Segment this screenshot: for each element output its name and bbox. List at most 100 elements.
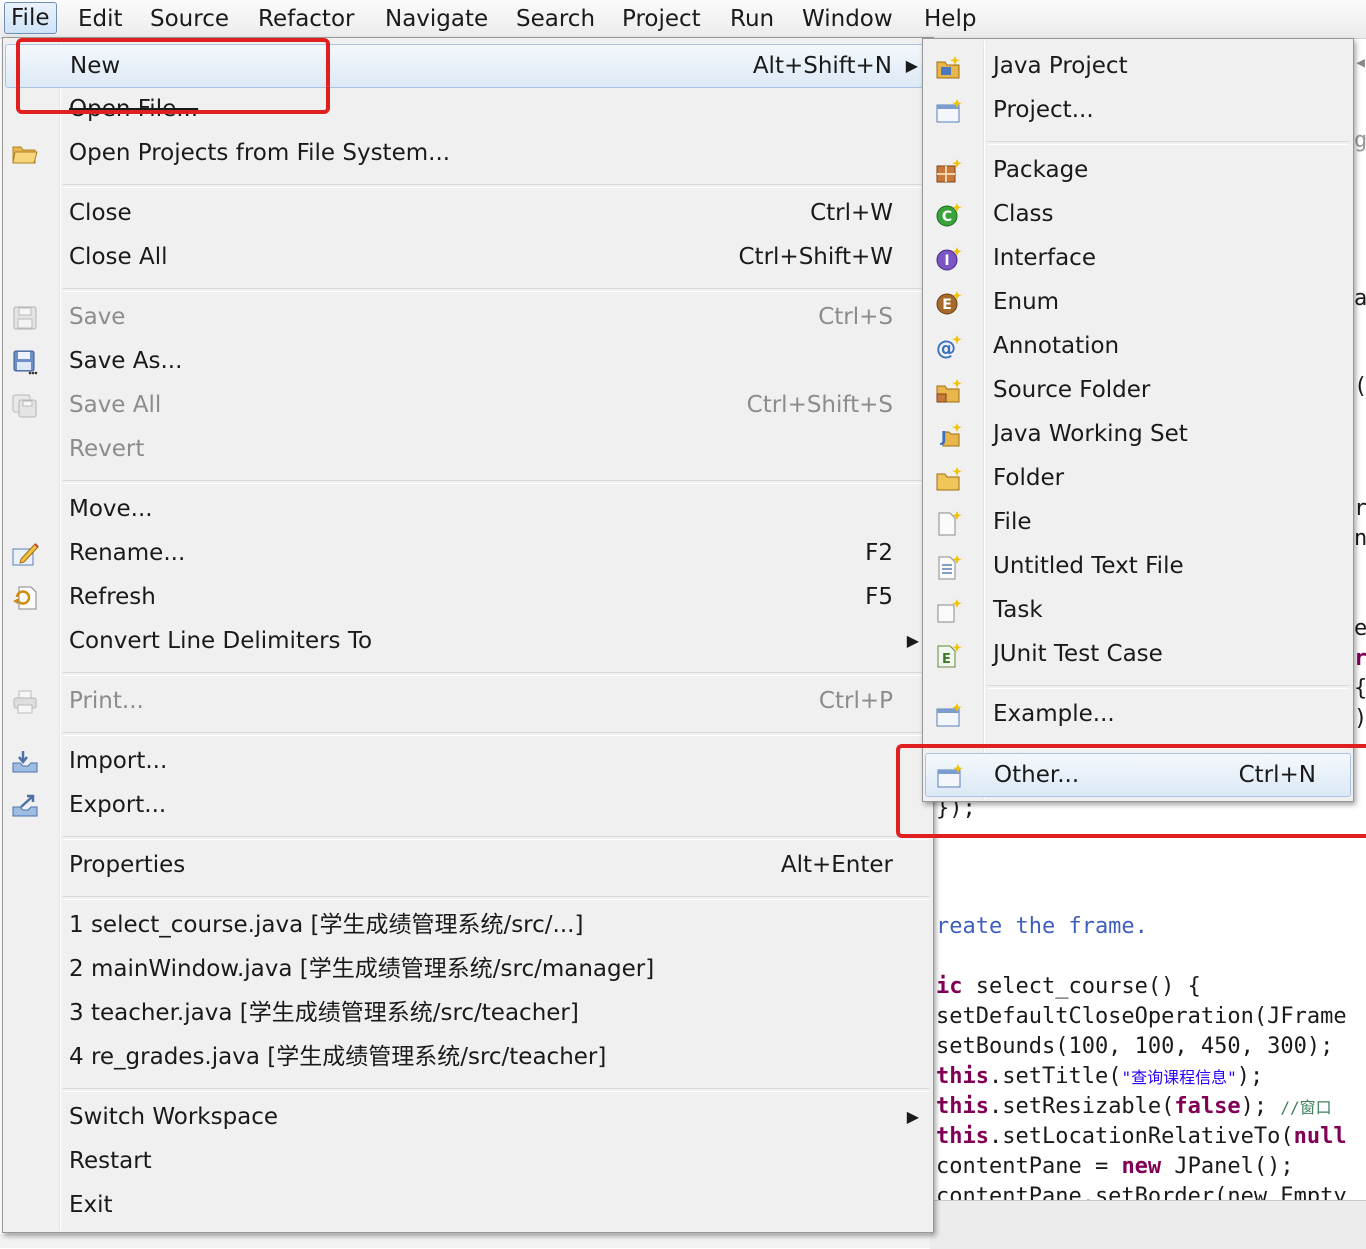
svg-text:E: E [942, 652, 951, 667]
code-line: setBounds(100, 100, 450, 300); [936, 1034, 1334, 1059]
code-line: setDefaultCloseOperation(JFrame [936, 1004, 1347, 1029]
menu-item-open-file[interactable]: Open File... [5, 88, 931, 130]
text-file-icon [935, 554, 963, 580]
working-set-icon: J [935, 422, 963, 448]
project-icon [935, 98, 963, 124]
menu-item-close[interactable]: Close Ctrl+W [5, 192, 931, 234]
menu-separator [63, 184, 929, 188]
recent-file-item[interactable]: 3 teacher.java [学生成绩管理系统/src/teacher] [5, 992, 931, 1034]
menu-item-rename[interactable]: Rename... F2 [5, 532, 931, 574]
new-interface[interactable]: I Interface [925, 237, 1351, 279]
menu-separator [987, 685, 1349, 689]
editor-edge-glyph: r [1354, 496, 1366, 521]
menu-item-new[interactable]: New Alt+Shift+N ▶ [5, 44, 931, 88]
submenu-arrow-icon: ▶ [906, 1107, 919, 1126]
menu-separator [63, 672, 929, 676]
new-source-folder[interactable]: Source Folder [925, 369, 1351, 411]
menu-item-refresh[interactable]: Refresh F5 [5, 576, 931, 618]
wizard-icon [936, 763, 964, 789]
code-line: contentPane = new JPanel(); [936, 1154, 1294, 1179]
menu-item-save-as[interactable]: Save As... [5, 340, 931, 382]
recent-file-item[interactable]: 1 select_course.java [学生成绩管理系统/src/...] [5, 904, 931, 946]
new-folder[interactable]: Folder [925, 457, 1351, 499]
editor-edge-glyph: a [1354, 286, 1366, 311]
editor-edge-glyph: ) [1354, 706, 1366, 731]
status-strip [0, 1234, 930, 1248]
menu-item-import[interactable]: Import... [5, 740, 931, 782]
menu-item-close-all[interactable]: Close All Ctrl+Shift+W [5, 236, 931, 278]
new-java-working-set[interactable]: J Java Working Set [925, 413, 1351, 455]
refresh-icon [11, 585, 39, 611]
folder-open-icon [11, 141, 39, 167]
submenu-arrow-icon: ▶ [905, 56, 918, 75]
new-other[interactable]: Other... Ctrl+N [925, 753, 1351, 797]
recent-file-item[interactable]: 2 mainWindow.java [学生成绩管理系统/src/manager] [5, 948, 931, 990]
menu-separator [63, 836, 929, 840]
menu-search[interactable]: Search [510, 4, 601, 34]
menu-edit[interactable]: Edit [72, 4, 129, 34]
menu-item-switch-workspace[interactable]: Switch Workspace ▶ [5, 1096, 931, 1138]
folder-icon [935, 466, 963, 492]
code-line: this.setResizable(false); //窗口 [936, 1094, 1332, 1119]
editor-edge-glyph: n [1354, 526, 1366, 551]
menu-window[interactable]: Window [796, 4, 899, 34]
menu-item-convert-line-delimiters[interactable]: Convert Line Delimiters To ▶ [5, 620, 931, 662]
new-junit-test-case[interactable]: E JUnit Test Case [925, 633, 1351, 675]
menu-item-print[interactable]: Print... Ctrl+P [5, 680, 931, 722]
example-icon [935, 702, 963, 728]
svg-text:C: C [942, 209, 952, 225]
recent-file-item[interactable]: 4 re_grades.java [学生成绩管理系统/src/teacher] [5, 1036, 931, 1078]
menu-item-revert[interactable]: Revert [5, 428, 931, 470]
menu-bar: File Edit Source Refactor Navigate Searc… [0, 0, 1366, 39]
menu-item-open-projects[interactable]: Open Projects from File System... [5, 132, 931, 174]
menu-navigate[interactable]: Navigate [379, 4, 494, 34]
svg-text:E: E [942, 297, 952, 313]
junit-icon: E [935, 642, 963, 668]
new-example[interactable]: Example... [925, 693, 1351, 735]
code-line: reate the frame. [936, 914, 1148, 939]
menu-file[interactable]: File [4, 2, 57, 34]
editor-edge-glyph: r [1354, 646, 1366, 671]
menu-item-restart[interactable]: Restart [5, 1140, 931, 1182]
menu-source[interactable]: Source [144, 4, 235, 34]
editor-status-area [930, 1200, 1366, 1249]
code-line: ic select_course() { [936, 974, 1201, 999]
file-icon [935, 510, 963, 536]
menu-run[interactable]: Run [724, 4, 780, 34]
menu-separator [987, 745, 1349, 749]
menu-item-export[interactable]: Export... [5, 784, 931, 826]
menu-item-save[interactable]: Save Ctrl+S [5, 296, 931, 338]
new-enum[interactable]: E Enum [925, 281, 1351, 323]
editor-edge-glyph: e [1354, 616, 1366, 641]
new-file[interactable]: File [925, 501, 1351, 543]
menu-separator [63, 480, 929, 484]
menu-item-save-all[interactable]: Save All Ctrl+Shift+S [5, 384, 931, 426]
new-package[interactable]: Package [925, 149, 1351, 191]
new-class[interactable]: C Class [925, 193, 1351, 235]
menu-item-exit[interactable]: Exit [5, 1184, 931, 1226]
new-java-project[interactable]: Java Project [925, 45, 1351, 87]
menu-separator [63, 896, 929, 900]
menu-separator [63, 288, 929, 292]
java-project-icon [935, 54, 963, 80]
menu-project[interactable]: Project [616, 4, 707, 34]
menu-help[interactable]: Help [918, 4, 982, 34]
menu-separator [987, 141, 1349, 145]
task-icon [935, 598, 963, 624]
svg-text:@: @ [936, 336, 956, 360]
new-untitled-text-file[interactable]: Untitled Text File [925, 545, 1351, 587]
menu-item-properties[interactable]: Properties Alt+Enter [5, 844, 931, 886]
menu-item-move[interactable]: Move... [5, 488, 931, 530]
interface-icon: I [935, 246, 963, 272]
new-annotation[interactable]: @ Annotation [925, 325, 1351, 367]
new-submenu: Java Project Project... Package C Class … [922, 38, 1354, 802]
new-project[interactable]: Project... [925, 89, 1351, 131]
new-task[interactable]: Task [925, 589, 1351, 631]
menu-refactor[interactable]: Refactor [252, 4, 360, 34]
menu-separator [63, 732, 929, 736]
save-as-icon [11, 349, 39, 375]
code-line: contentPane.setBorder(new Empty [936, 1184, 1347, 1200]
printer-icon [11, 689, 39, 715]
package-icon [935, 158, 963, 184]
save-icon [11, 305, 39, 331]
